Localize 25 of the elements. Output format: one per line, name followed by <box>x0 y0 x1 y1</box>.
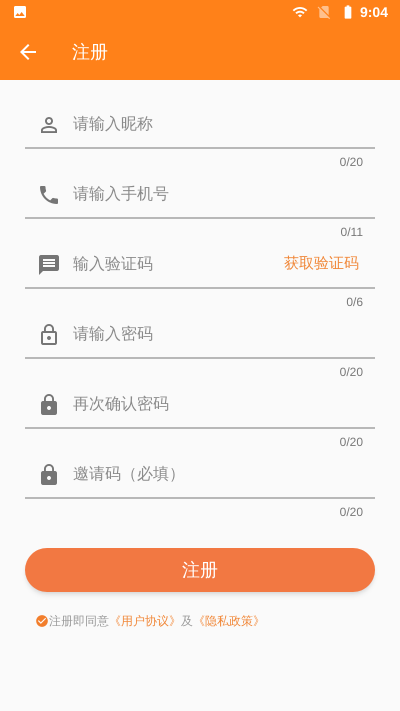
get-code-button[interactable]: 获取验证码 <box>284 253 359 276</box>
input-field[interactable]: 再次确认密码 <box>73 392 359 416</box>
wifi-icon <box>292 4 308 20</box>
character-counter: 0/11 <box>340 225 363 239</box>
input-field[interactable]: 请输入密码 <box>73 322 359 346</box>
input-field[interactable]: 请输入手机号 <box>73 182 359 206</box>
character-counter: 0/20 <box>340 365 363 379</box>
character-counter: 0/6 <box>346 295 363 309</box>
input-field[interactable]: 输入验证码 <box>73 252 284 276</box>
app-bar-title: 注册 <box>72 41 108 64</box>
character-counter: 0/20 <box>340 155 363 169</box>
agreement-text: 注册即同意 <box>49 613 109 630</box>
character-counter: 0/20 <box>340 505 363 519</box>
input-field[interactable]: 请输入昵称 <box>73 112 359 136</box>
image-icon <box>12 4 28 20</box>
conjunction-text: 及 <box>181 613 193 630</box>
register-button[interactable]: 注册 <box>25 548 375 592</box>
agreement-checkbox[interactable] <box>35 614 49 628</box>
no-sim-icon <box>316 4 332 20</box>
status-time: 9:04 <box>360 3 388 22</box>
input-field[interactable]: 邀请码（必填） <box>73 462 359 486</box>
character-counter: 0/20 <box>340 435 363 449</box>
user-agreement-link[interactable]: 《用户协议》 <box>109 612 181 630</box>
message-icon <box>37 252 61 276</box>
privacy-policy-link[interactable]: 《隐私政策》 <box>193 612 265 630</box>
